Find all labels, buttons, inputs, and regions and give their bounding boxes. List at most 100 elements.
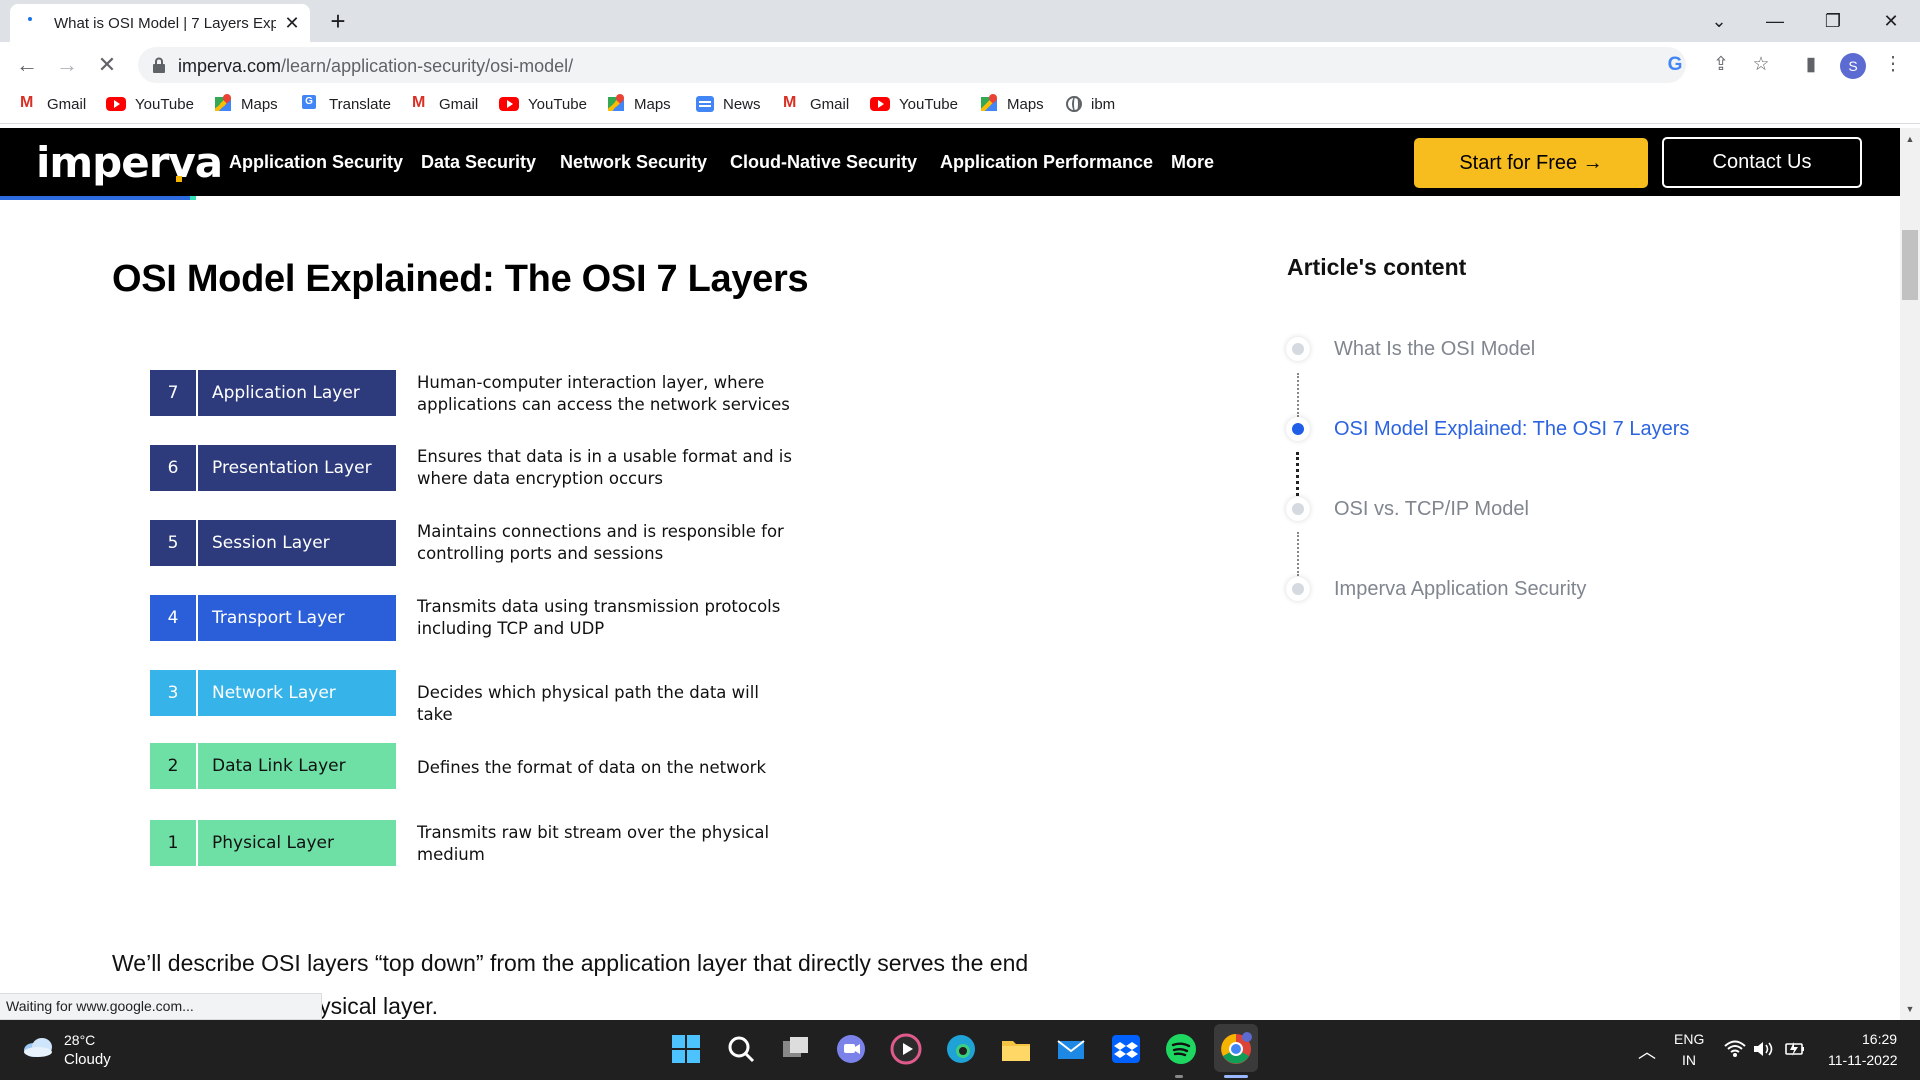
battery-charging-icon[interactable] — [1784, 1039, 1806, 1059]
running-app-indicator — [1175, 1075, 1183, 1078]
google-lens-icon[interactable]: G — [1660, 50, 1690, 80]
toc-item-osi-explained[interactable]: OSI Model Explained: The OSI 7 Layers — [1334, 418, 1689, 441]
maps-icon — [980, 96, 998, 112]
browser-tab[interactable]: What is OSI Model | 7 Layers Explained ✕ — [10, 4, 310, 42]
layer-description: Maintains connections and is responsible… — [417, 522, 784, 563]
clock-date[interactable]: 11-11-2022 — [1828, 1052, 1898, 1068]
close-tab-icon[interactable]: ✕ — [282, 13, 302, 33]
article-title: OSI Model Explained: The OSI 7 Layers — [112, 258, 809, 300]
address-bar[interactable]: imperva.com/learn/application-security/o… — [138, 47, 1686, 83]
status-bubble: Waiting for www.google.com... — [0, 993, 322, 1020]
windows-taskbar: 28°C Cloudy ︿ ENG IN 16:29 11-11-2022 — [0, 1020, 1920, 1080]
toc-bullet — [1286, 497, 1310, 521]
windows-start-icon[interactable] — [669, 1032, 703, 1066]
layer-name: Application Layer — [196, 370, 396, 416]
bookmark-ibm[interactable]: ibm — [1066, 96, 1115, 118]
side-panel-icon[interactable]: ▮ — [1796, 50, 1826, 80]
bookmark-news[interactable]: News — [696, 96, 761, 118]
lock-icon — [153, 57, 165, 73]
toc-bullet — [1286, 577, 1310, 601]
stop-loading-button[interactable]: ✕ — [92, 50, 122, 80]
toc-item-osi-vs-tcpip[interactable]: OSI vs. TCP/IP Model — [1334, 498, 1529, 521]
wifi-icon[interactable] — [1724, 1040, 1746, 1058]
gmail-icon — [412, 94, 430, 112]
restore-button[interactable]: ❐ — [1810, 6, 1856, 36]
start-for-free-button[interactable]: Start for Free → — [1414, 138, 1648, 188]
nav-application-performance[interactable]: Application Performance — [940, 152, 1153, 173]
toc-item-imperva-app-security[interactable]: Imperva Application Security — [1334, 578, 1586, 601]
bookmark-youtube[interactable]: YouTube — [106, 96, 194, 118]
bookmark-youtube[interactable]: YouTube — [499, 96, 587, 118]
bookmarks-bar: Gmail YouTube Maps Translate Gmail YouTu… — [0, 88, 1920, 124]
media-player-icon[interactable] — [889, 1032, 923, 1066]
contact-us-button[interactable]: Contact Us — [1662, 137, 1862, 188]
bookmark-gmail[interactable]: Gmail — [20, 94, 86, 118]
nav-cloud-native-security[interactable]: Cloud-Native Security — [730, 152, 917, 173]
layer-number: 1 — [150, 820, 196, 866]
task-view-icon[interactable] — [779, 1032, 813, 1066]
layer-name: Transport Layer — [196, 595, 396, 641]
minimize-button[interactable]: — — [1752, 6, 1798, 36]
language-code[interactable]: ENG — [1674, 1031, 1704, 1047]
nav-network-security[interactable]: Network Security — [560, 152, 707, 173]
layer-number: 7 — [150, 370, 196, 416]
spotify-icon[interactable] — [1164, 1032, 1198, 1066]
cloudy-weather-icon[interactable] — [22, 1036, 54, 1058]
back-button[interactable]: ← — [12, 50, 42, 80]
browser-toolbar: ← → ✕ imperva.com/learn/application-secu… — [0, 42, 1920, 88]
logo-accent-dot — [176, 176, 182, 182]
tab-search-icon[interactable]: ⌄ — [1696, 6, 1742, 36]
toc-connector — [1297, 373, 1299, 417]
search-icon[interactable] — [724, 1032, 758, 1066]
menu-icon[interactable]: ⋮ — [1878, 50, 1908, 80]
bookmark-star-icon[interactable]: ☆ — [1746, 50, 1776, 80]
layer-number: 2 — [150, 743, 196, 789]
nav-more[interactable]: More — [1171, 152, 1214, 173]
bookmark-translate[interactable]: Translate — [302, 95, 391, 118]
bookmark-maps[interactable]: Maps — [214, 96, 278, 118]
loading-favicon-icon — [28, 17, 32, 21]
forward-button[interactable]: → — [52, 50, 82, 80]
dropbox-icon[interactable] — [1109, 1032, 1143, 1066]
toc-bullet — [1286, 337, 1310, 361]
close-window-button[interactable]: ✕ — [1868, 6, 1914, 36]
file-explorer-icon[interactable] — [999, 1032, 1033, 1066]
mail-icon[interactable] — [1054, 1032, 1088, 1066]
scroll-down-arrow-icon[interactable]: ▼ — [1904, 1004, 1916, 1014]
layer-name: Network Layer — [196, 670, 396, 716]
layer-number: 3 — [150, 670, 196, 716]
new-tab-button[interactable]: + — [324, 7, 352, 35]
toc-item-what-is-osi[interactable]: What Is the OSI Model — [1334, 338, 1535, 361]
region-code[interactable]: IN — [1682, 1052, 1696, 1068]
nav-application-security[interactable]: Application Security — [229, 152, 403, 173]
bookmark-maps[interactable]: Maps — [980, 96, 1044, 118]
youtube-icon — [870, 97, 890, 111]
edge-browser-icon[interactable] — [944, 1032, 978, 1066]
bookmark-maps[interactable]: Maps — [607, 96, 671, 118]
share-icon[interactable]: ⇪ — [1706, 50, 1736, 80]
translate-icon — [302, 95, 320, 112]
bookmark-gmail[interactable]: Gmail — [412, 94, 478, 118]
weather-condition[interactable]: Cloudy — [64, 1051, 111, 1068]
clock-time[interactable]: 16:29 — [1862, 1031, 1897, 1047]
show-hidden-icons-chevron-icon[interactable]: ︿ — [1638, 1038, 1656, 1064]
profile-avatar[interactable]: S — [1840, 53, 1866, 79]
bookmark-youtube[interactable]: YouTube — [870, 96, 958, 118]
chrome-icon[interactable] — [1219, 1032, 1253, 1066]
imperva-logo[interactable]: imperva — [36, 138, 223, 187]
layer-description: Decides which physical path the data wil… — [417, 683, 759, 724]
scroll-up-arrow-icon[interactable]: ▲ — [1904, 134, 1916, 144]
teams-chat-icon[interactable] — [834, 1032, 868, 1066]
layer-number: 4 — [150, 595, 196, 641]
volume-icon[interactable] — [1752, 1040, 1774, 1058]
scrollbar-thumb[interactable] — [1902, 230, 1918, 300]
weather-temperature[interactable]: 28°C — [64, 1032, 95, 1048]
site-header: imperva Application Security Data Securi… — [0, 128, 1900, 196]
paragraph-line: We’ll describe OSI layers “top down” fro… — [112, 950, 1029, 976]
bookmark-gmail[interactable]: Gmail — [783, 94, 849, 118]
url-text: imperva.com/learn/application-security/o… — [178, 56, 574, 76]
toc-connector — [1297, 532, 1299, 576]
layer-description: Ensures that data is in a usable format … — [417, 447, 792, 488]
layer-name: Session Layer — [196, 520, 396, 566]
nav-data-security[interactable]: Data Security — [421, 152, 536, 173]
